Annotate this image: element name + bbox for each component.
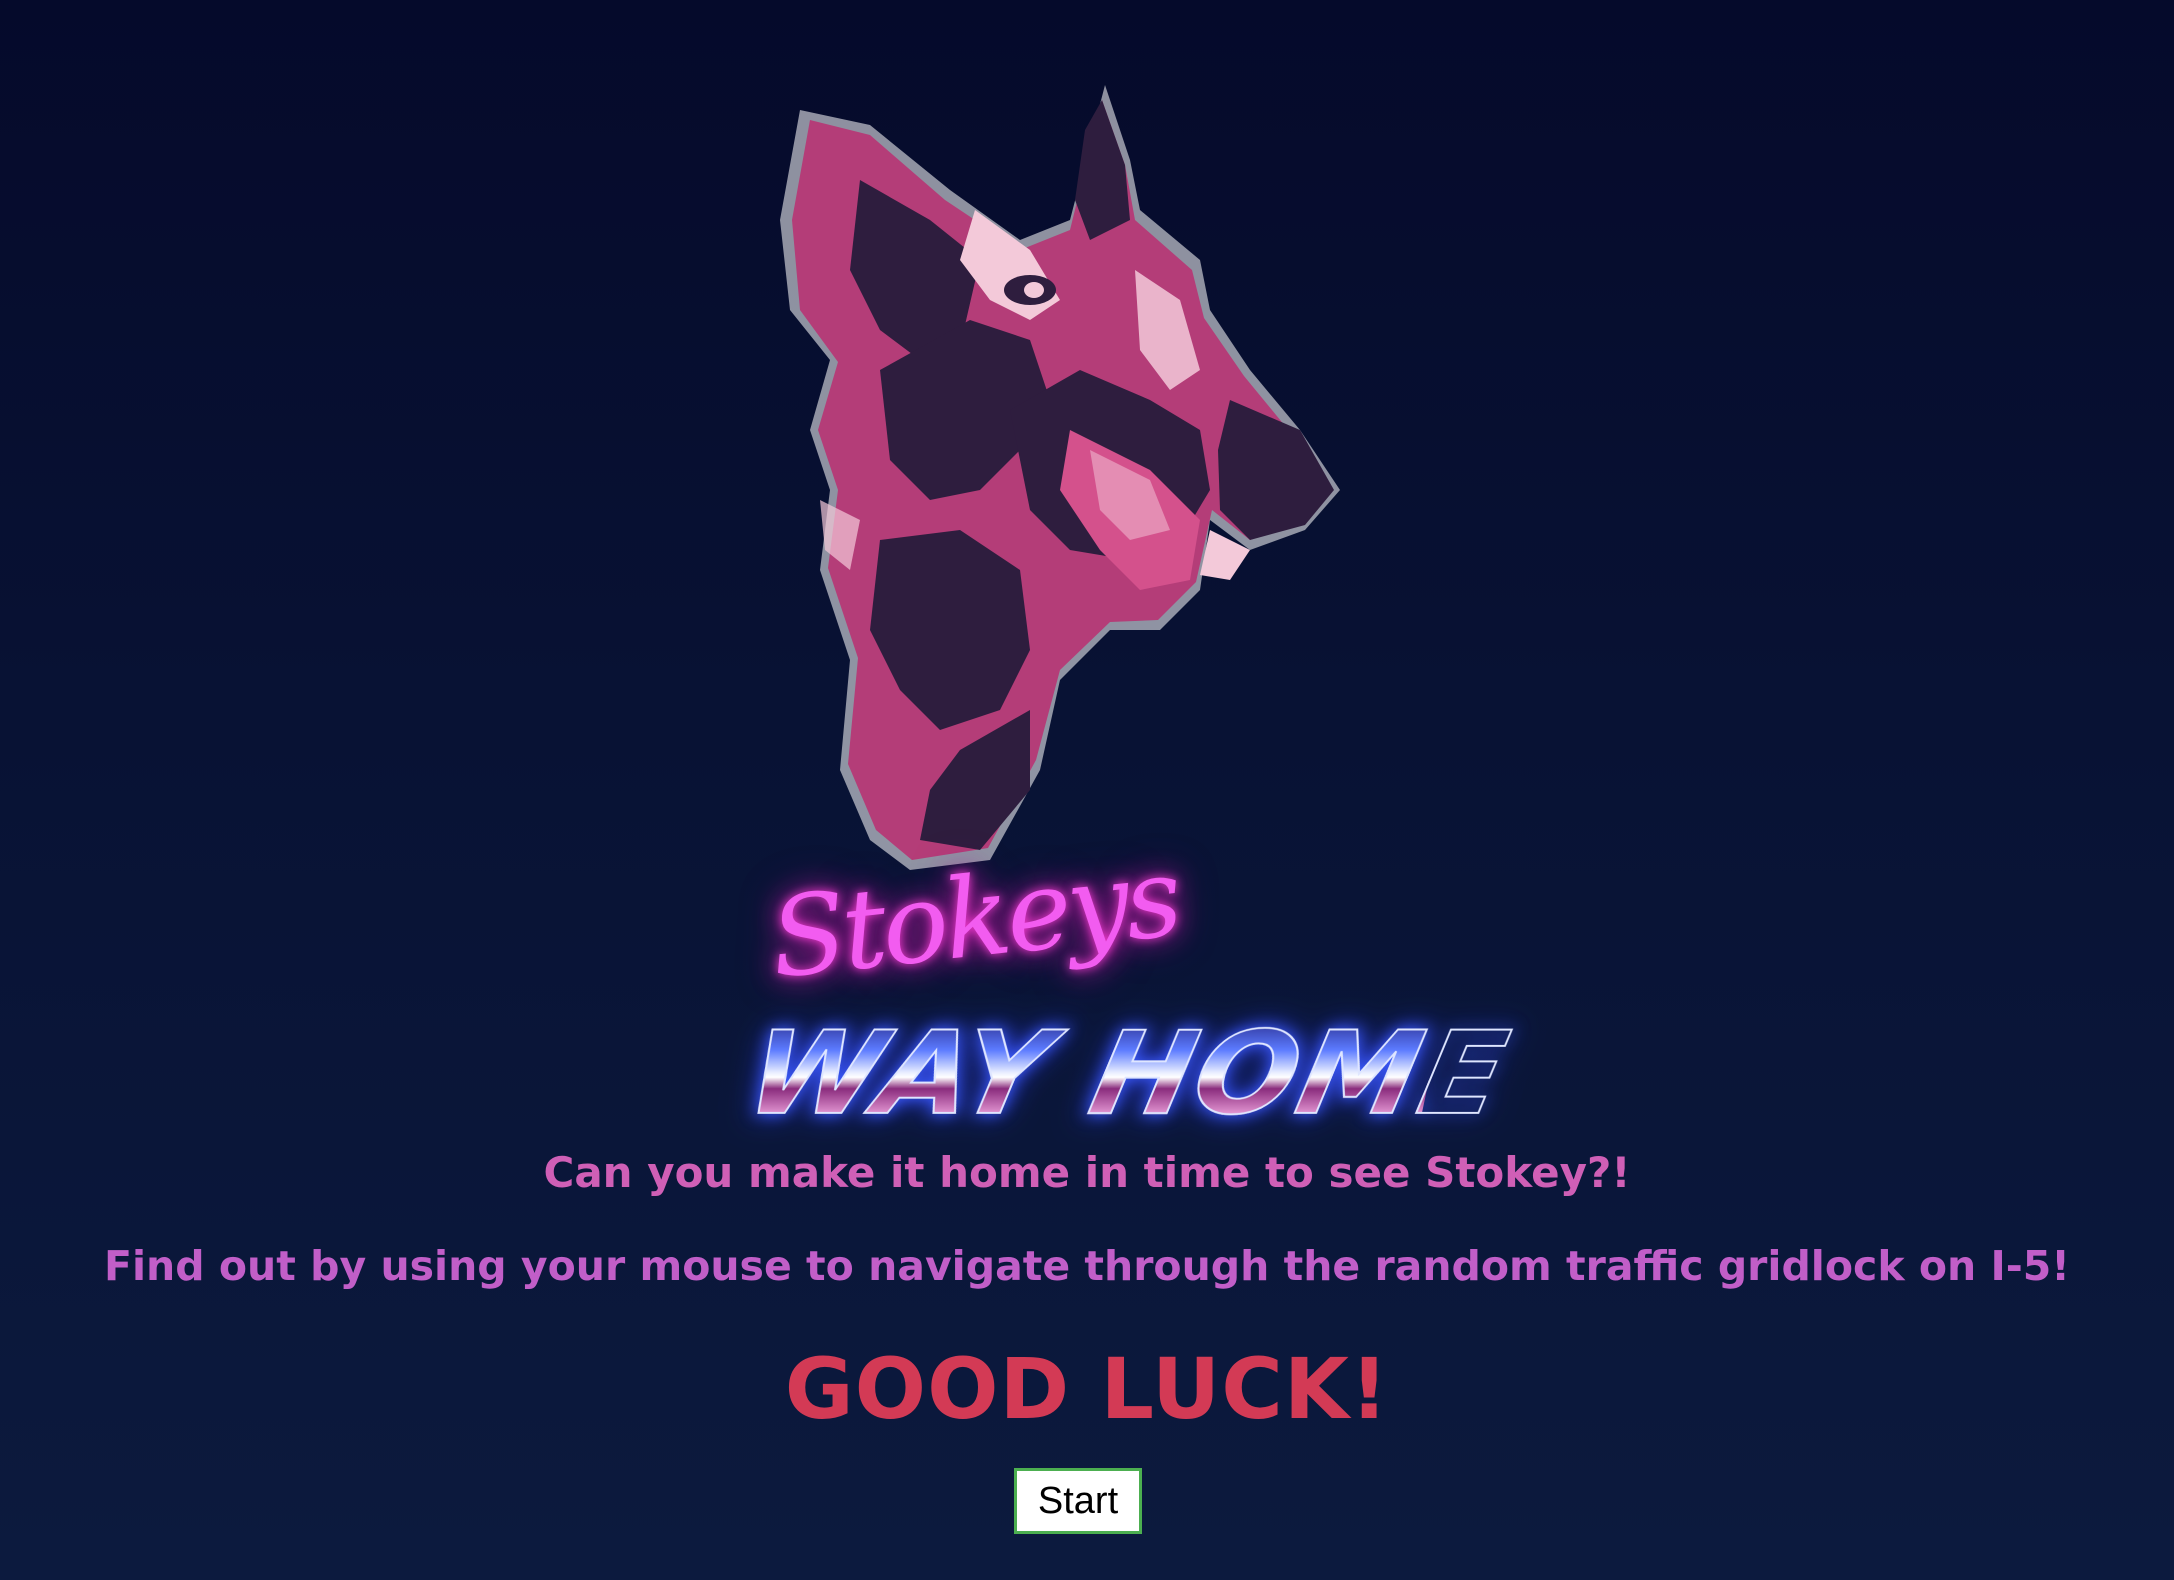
game-start-screen: Stokeys WAY HOME Can you make it home in… xyxy=(0,0,2174,1580)
dog-head-icon xyxy=(780,85,1340,870)
intro-instructions: Find out by using your mouse to navigate… xyxy=(104,1242,2070,1290)
start-button[interactable]: Start xyxy=(1014,1468,1142,1534)
game-logo: Stokeys WAY HOME xyxy=(730,70,1521,1142)
logo-chrome-word: WAY HOME xyxy=(735,1008,1521,1142)
intro-question: Can you make it home in time to see Stok… xyxy=(543,1148,1631,1197)
good-luck-heading: GOOD LUCK! xyxy=(784,1340,1390,1438)
